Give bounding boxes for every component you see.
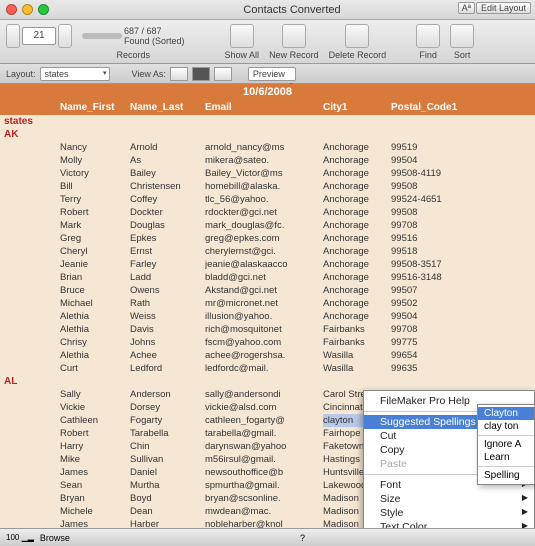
preview-button[interactable]: Preview bbox=[248, 67, 296, 81]
content-area: 10/6/2008 Name_First Name_Last Email Cit… bbox=[0, 84, 535, 546]
state-label: AL bbox=[0, 375, 535, 388]
table-row[interactable]: BillChristensenhomebill@alaska.Anchorage… bbox=[0, 180, 535, 193]
view-list-button[interactable] bbox=[192, 67, 210, 81]
table-row[interactable]: BrianLaddbladd@gci.netAnchorage99516-314… bbox=[0, 271, 535, 284]
table-row[interactable]: MarkDouglasmark_douglas@fc.Anchorage9970… bbox=[0, 219, 535, 232]
zoom-icon[interactable] bbox=[38, 4, 49, 15]
date-header: 10/6/2008 bbox=[0, 84, 535, 100]
spell-ignore[interactable]: Ignore A bbox=[478, 438, 534, 451]
record-slider[interactable] bbox=[82, 33, 122, 39]
table-row[interactable]: MichaelRathmr@micronet.netAnchorage99502 bbox=[0, 297, 535, 310]
table-row[interactable]: TerryCoffeytlc_56@yahoo.Anchorage99524-4… bbox=[0, 193, 535, 206]
new-record-button[interactable] bbox=[282, 24, 306, 48]
table-row[interactable]: CherylErnstcherylernst@gci.Anchorage9951… bbox=[0, 245, 535, 258]
column-headers: Name_First Name_Last Email City1 Postal_… bbox=[0, 100, 535, 115]
prev-record-button[interactable] bbox=[6, 24, 20, 48]
table-row[interactable]: AlethiaAcheeachee@rogershsa.Wasilla99654 bbox=[0, 349, 535, 362]
layout-label: Layout: bbox=[6, 69, 36, 79]
table-row[interactable]: VictoryBaileyBailey_Victor@msAnchorage99… bbox=[0, 167, 535, 180]
record-status: Found (Sorted) bbox=[124, 36, 185, 46]
delete-record-button[interactable] bbox=[345, 24, 369, 48]
close-icon[interactable] bbox=[6, 4, 17, 15]
help-q[interactable]: ? bbox=[300, 533, 305, 543]
table-row[interactable]: MollyAsmikera@sateo.Anchorage99504 bbox=[0, 154, 535, 167]
record-count: 687 / 687 bbox=[124, 26, 185, 36]
spell-learn[interactable]: Learn bbox=[478, 451, 534, 464]
status-bar: 100 ▁▂ Browse ? bbox=[0, 528, 535, 546]
table-row[interactable]: JeanieFarleyjeanie@alaskaaccoAnchorage99… bbox=[0, 258, 535, 271]
state-label: AK bbox=[0, 128, 535, 141]
table-row[interactable]: AlethiaDavisrich@mosquitonetFairbanks997… bbox=[0, 323, 535, 336]
records-label: Records bbox=[117, 50, 151, 60]
layout-bar: Layout: states View As: Preview Aª Edit … bbox=[0, 64, 535, 84]
layout-select[interactable]: states bbox=[40, 67, 110, 81]
spell-clay-ton[interactable]: clay ton bbox=[478, 420, 534, 433]
table-row[interactable]: GregEpkesgreg@epkes.comAnchorage99516 bbox=[0, 232, 535, 245]
text-format-button[interactable]: Aª bbox=[458, 2, 475, 14]
table-row[interactable]: CurtLedfordledfordc@mail.Wasilla99635 bbox=[0, 362, 535, 375]
record-number-field[interactable]: 21 bbox=[22, 27, 56, 45]
sort-button[interactable] bbox=[450, 24, 474, 48]
spell-clayton[interactable]: Clayton bbox=[478, 407, 534, 420]
next-record-button[interactable] bbox=[58, 24, 72, 48]
toolbar: 21 687 / 687 Found (Sorted) Records Show… bbox=[0, 20, 535, 64]
table-row[interactable]: NancyArnoldarnold_nancy@msAnchorage99519 bbox=[0, 141, 535, 154]
minimize-icon[interactable] bbox=[22, 4, 33, 15]
spell-spelling[interactable]: Spelling bbox=[478, 469, 534, 482]
show-all-button[interactable] bbox=[230, 24, 254, 48]
view-table-button[interactable] bbox=[214, 67, 232, 81]
find-button[interactable] bbox=[416, 24, 440, 48]
table-row[interactable]: RobertDockterrdockter@gci.netAnchorage99… bbox=[0, 206, 535, 219]
edit-layout-button[interactable]: Edit Layout bbox=[476, 2, 531, 14]
table-row[interactable]: BruceOwensAkstand@gci.netAnchorage99507 bbox=[0, 284, 535, 297]
view-form-button[interactable] bbox=[170, 67, 188, 81]
table-row[interactable]: AlethiaWeissillusion@yahoo.Anchorage9950… bbox=[0, 310, 535, 323]
viewas-label: View As: bbox=[132, 69, 166, 79]
mode-browse[interactable]: Browse bbox=[40, 533, 70, 543]
table-row[interactable]: ChrisyJohnsfscm@yahoo.comFairbanks99775 bbox=[0, 336, 535, 349]
ctx-style[interactable]: Style bbox=[364, 506, 534, 520]
state-label: states bbox=[0, 115, 535, 128]
spelling-submenu: Clayton clay ton Ignore A Learn Spelling bbox=[477, 404, 535, 485]
ctx-size[interactable]: Size bbox=[364, 492, 534, 506]
